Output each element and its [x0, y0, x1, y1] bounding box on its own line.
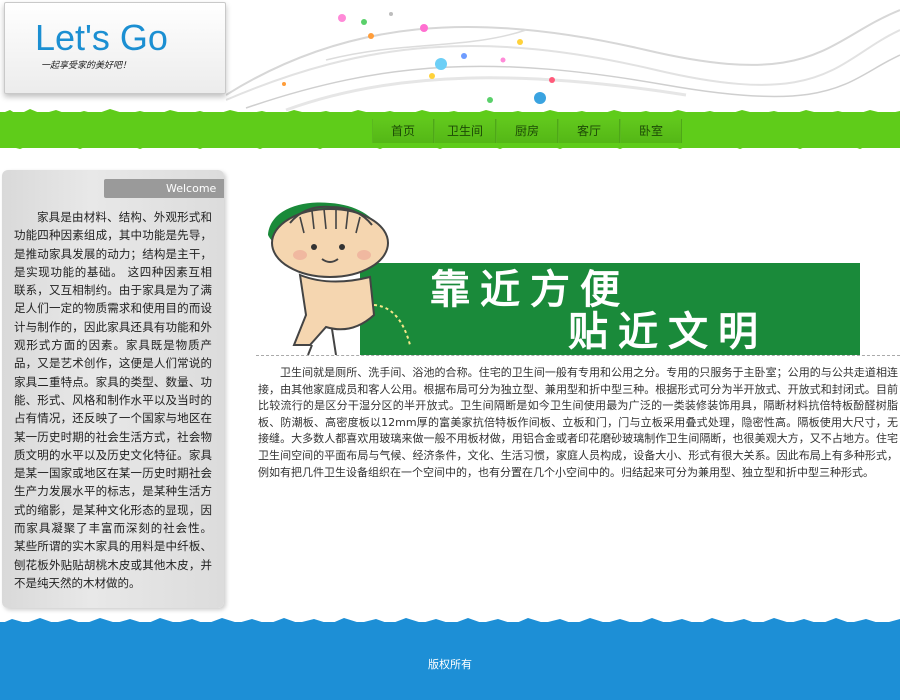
footer-copyright: 版权所有 — [428, 658, 472, 671]
logo-title: Let's Go — [35, 17, 168, 58]
sidebar-text: 家具是由材料、结构、外观形式和功能四种因素组成，其中功能是先导，是推动家具发展的… — [14, 210, 212, 590]
nav-item-living-room[interactable]: 客厅 — [558, 119, 620, 143]
nav-item-bedroom[interactable]: 卧室 — [620, 119, 682, 143]
nav-item-kitchen[interactable]: 厨房 — [496, 119, 558, 143]
nav-item-bathroom[interactable]: 卫生间 — [434, 119, 496, 143]
content-divider — [256, 355, 900, 356]
header-decoration — [226, 9, 900, 112]
sidebar: Welcome 家具是由材料、结构、外观形式和功能四种因素组成，其中功能是先导，… — [2, 170, 224, 608]
banner-line2: 贴近文明 — [568, 309, 768, 355]
main-article-text: 卫生间就是厕所、洗手间、浴池的合称。住宅的卫生间一般有专用和公用之分。专用的只服… — [258, 366, 898, 479]
logo[interactable]: Let's Go 一起享受家的美好吧！ — [4, 2, 226, 94]
header: Let's Go 一起享受家的美好吧！ — [0, 0, 900, 112]
logo-slogan: 一起享受家的美好吧！ — [41, 61, 132, 71]
welcome-tab: Welcome — [104, 179, 224, 198]
banner-line1: 靠近方便 — [430, 267, 630, 313]
nav-item-home[interactable]: 首页 — [372, 119, 434, 143]
banner-image: 靠近方便 贴近文明 — [268, 202, 860, 355]
nav-menu: 首页 卫生间 厨房 客厅 卧室 — [372, 119, 682, 143]
